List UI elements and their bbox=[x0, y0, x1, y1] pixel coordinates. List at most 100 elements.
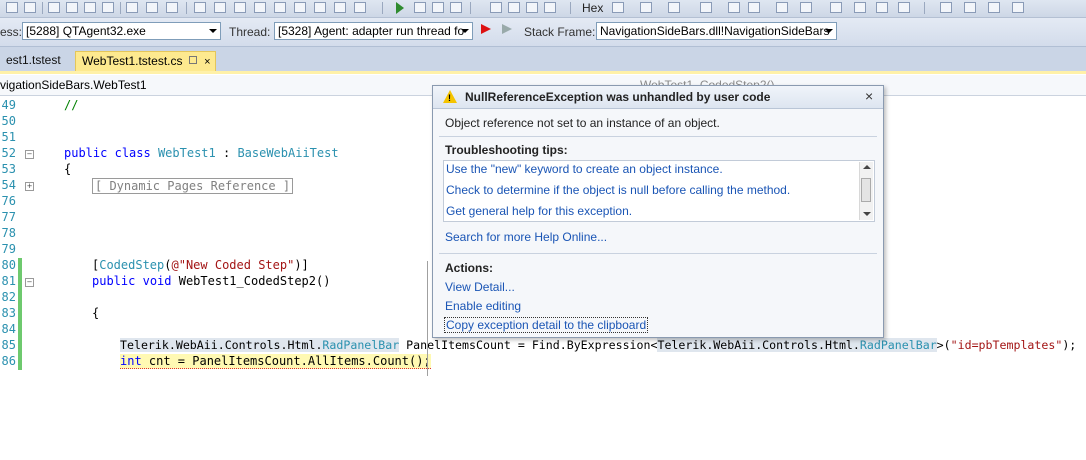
troubleshooting-tips-list: Use the "new" keyword to create an objec… bbox=[443, 160, 875, 222]
exception-message: Object reference not set to an instance … bbox=[445, 116, 720, 130]
line-number: 83 bbox=[1, 306, 16, 320]
collapse-icon[interactable]: − bbox=[25, 278, 34, 287]
toolbar-button-icon[interactable] bbox=[898, 2, 910, 13]
tab-label: WebTest1.tstest.cs bbox=[82, 54, 183, 68]
toolbar-button-icon[interactable] bbox=[876, 2, 888, 13]
restart-icon[interactable] bbox=[450, 2, 462, 13]
toolbar-button-icon[interactable] bbox=[854, 2, 866, 13]
code-punct: ); bbox=[1062, 338, 1077, 352]
toolbar-button-icon[interactable] bbox=[728, 2, 740, 13]
toolbar-button-icon[interactable] bbox=[294, 2, 306, 13]
toolbar-button-icon[interactable] bbox=[1012, 2, 1024, 13]
code-comment: // bbox=[64, 98, 79, 112]
search-help-online-link[interactable]: Search for more Help Online... bbox=[445, 230, 607, 244]
collapse-icon[interactable]: − bbox=[25, 150, 34, 159]
keyword: int bbox=[120, 354, 142, 368]
line-number: 78 bbox=[1, 226, 16, 240]
toolbar-button-icon[interactable] bbox=[314, 2, 326, 13]
toolbar-button-icon[interactable] bbox=[194, 2, 206, 13]
code-punct: >( bbox=[936, 338, 951, 352]
tab-webtest1-cs[interactable]: WebTest1.tstest.cs × bbox=[75, 51, 216, 71]
code-punct: )] bbox=[294, 258, 309, 272]
toolbar-button-icon[interactable] bbox=[988, 2, 1000, 13]
toolbar-button-icon[interactable] bbox=[24, 2, 36, 13]
toolbar-separator bbox=[924, 2, 925, 14]
scroll-thumb[interactable] bbox=[861, 178, 871, 202]
thread-value: [5328] Agent: adapter run thread fo bbox=[278, 24, 465, 38]
toolbar-button-icon[interactable] bbox=[274, 2, 286, 13]
chevron-down-icon bbox=[209, 29, 217, 33]
toolbar-separator bbox=[42, 2, 43, 14]
toolbar-button-icon[interactable] bbox=[800, 2, 812, 13]
change-marker bbox=[18, 322, 22, 338]
enable-editing-link[interactable]: Enable editing bbox=[445, 299, 521, 313]
toolbar-button-icon[interactable] bbox=[146, 2, 158, 13]
toolbar-button-icon[interactable] bbox=[776, 2, 788, 13]
step-into-icon[interactable] bbox=[490, 2, 502, 13]
close-icon[interactable]: × bbox=[204, 56, 210, 68]
tip-link[interactable]: Check to determine if the object is null… bbox=[446, 183, 790, 197]
toolbar-button-icon[interactable] bbox=[964, 2, 976, 13]
toolbar-button-icon[interactable] bbox=[612, 2, 624, 13]
toolbar-button-icon[interactable] bbox=[214, 2, 226, 13]
view-detail-link[interactable]: View Detail... bbox=[445, 280, 515, 294]
scroll-up-icon[interactable] bbox=[863, 165, 871, 169]
stack-frame-combo[interactable]: NavigationSideBars.dll!NavigationSideBar… bbox=[596, 22, 837, 40]
thread-combo[interactable]: [5328] Agent: adapter run thread fo bbox=[274, 22, 473, 40]
step-out-icon[interactable] bbox=[526, 2, 538, 13]
toolbar-button-icon[interactable] bbox=[254, 2, 266, 13]
toolbar-button-icon[interactable] bbox=[748, 2, 760, 13]
toolbar-button-icon[interactable] bbox=[234, 2, 246, 13]
toolbar-button-icon[interactable] bbox=[126, 2, 138, 13]
expand-icon[interactable]: + bbox=[25, 182, 34, 191]
type-dropdown[interactable]: vigationSideBars.WebTest1 bbox=[0, 78, 147, 92]
scroll-down-icon[interactable] bbox=[863, 212, 871, 216]
stack-frame-value: NavigationSideBars.dll!NavigationSideBar… bbox=[600, 24, 830, 38]
tip-link[interactable]: Get general help for this exception. bbox=[446, 204, 632, 218]
change-marker bbox=[18, 290, 22, 306]
keyword: public bbox=[64, 146, 108, 160]
toolbar-button-icon[interactable] bbox=[84, 2, 96, 13]
process-label: ess: bbox=[0, 25, 23, 39]
change-marker bbox=[18, 306, 22, 322]
flag-icon[interactable] bbox=[481, 24, 491, 34]
toolbar-button-icon[interactable] bbox=[830, 2, 842, 13]
toolbar-button-icon[interactable] bbox=[6, 2, 18, 13]
toolbar-button-icon[interactable] bbox=[102, 2, 114, 13]
toolbar-button-icon[interactable] bbox=[668, 2, 680, 13]
method-signature: WebTest1_CodedStep2() bbox=[171, 274, 331, 288]
process-combo[interactable]: [5288] QTAgent32.exe bbox=[22, 22, 221, 40]
tips-scrollbar[interactable] bbox=[859, 162, 873, 220]
toolbar-button-icon[interactable] bbox=[166, 2, 178, 13]
stack-frame-label: Stack Frame: bbox=[524, 25, 596, 39]
exception-assistant-popup: ! NullReferenceException was unhandled b… bbox=[432, 85, 884, 338]
collapsed-region[interactable]: [ Dynamic Pages Reference ] bbox=[92, 178, 294, 194]
namespace-text: Telerik.WebAii.Controls.Html. bbox=[120, 338, 323, 352]
toolbar-button-icon[interactable] bbox=[66, 2, 78, 13]
toolbar-button-icon[interactable] bbox=[700, 2, 712, 13]
line-number: 53 bbox=[1, 162, 16, 176]
string-literal: @"New Coded Step" bbox=[171, 258, 295, 272]
copy-exception-detail-link[interactable]: Copy exception detail to the clipboard bbox=[443, 317, 649, 333]
breakpoints-icon[interactable] bbox=[640, 2, 652, 13]
change-marker bbox=[18, 354, 22, 370]
close-icon[interactable]: × bbox=[865, 88, 873, 104]
continue-icon[interactable] bbox=[396, 2, 404, 14]
warning-icon-mark: ! bbox=[448, 93, 451, 103]
line-number: 52 bbox=[1, 146, 16, 160]
base-class-name: BaseWebAiiTest bbox=[237, 146, 339, 160]
toolbar-button-icon[interactable] bbox=[940, 2, 952, 13]
toolbar-button-icon[interactable] bbox=[334, 2, 346, 13]
tip-link[interactable]: Use the "new" keyword to create an objec… bbox=[446, 162, 723, 176]
break-all-icon[interactable] bbox=[414, 2, 426, 13]
class-name: WebTest1 bbox=[157, 146, 216, 160]
hex-toggle-button[interactable]: Hex bbox=[582, 1, 603, 15]
show-next-statement-icon[interactable] bbox=[544, 2, 556, 13]
code-text: cnt = PanelItemsCount.AllItems.Count(); bbox=[141, 354, 431, 368]
step-over-icon[interactable] bbox=[508, 2, 520, 13]
toolbar-button-icon[interactable] bbox=[354, 2, 366, 13]
stop-debugging-icon[interactable] bbox=[432, 2, 444, 13]
toolbar-button-icon[interactable] bbox=[48, 2, 60, 13]
tab-tstest[interactable]: est1.tstest bbox=[0, 51, 76, 71]
flag-filter-icon[interactable] bbox=[502, 24, 512, 34]
